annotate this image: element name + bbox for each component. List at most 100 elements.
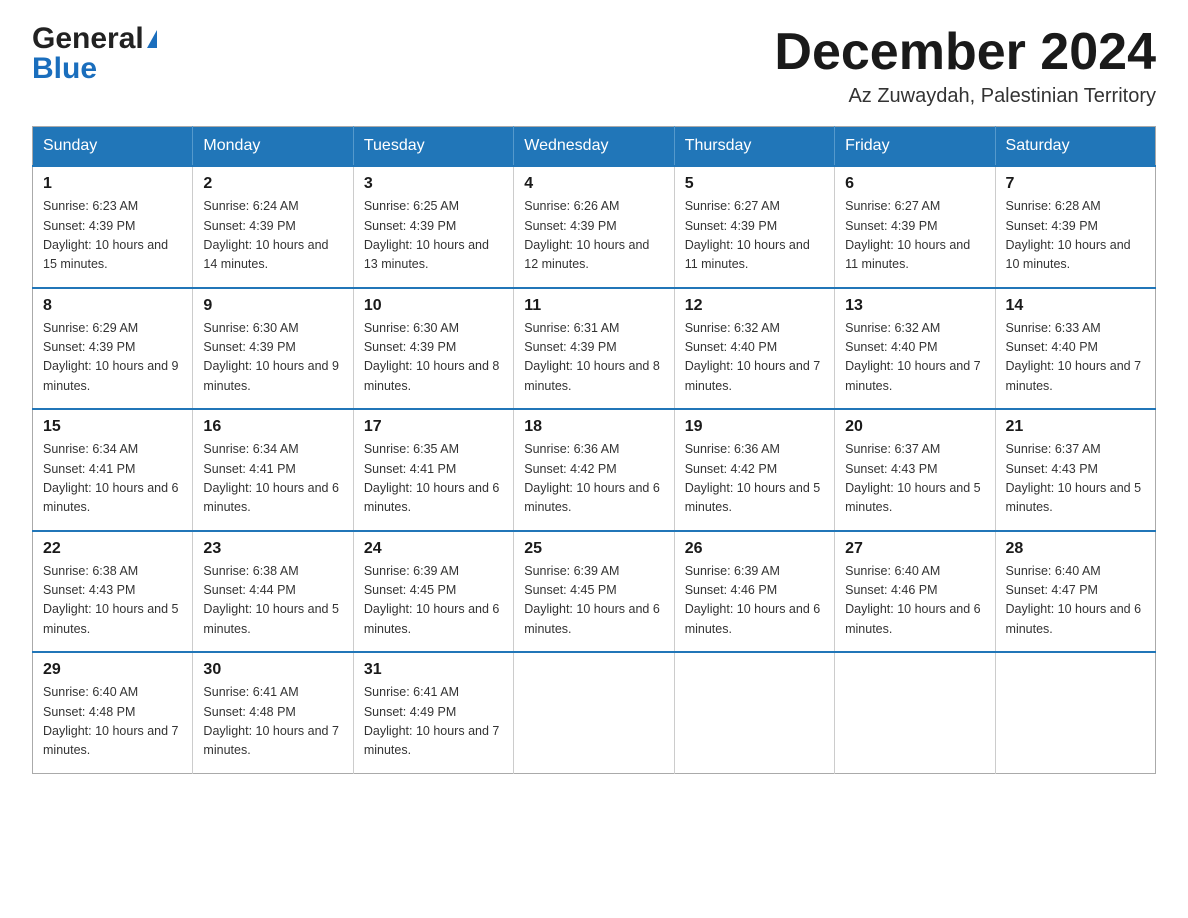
day-number: 25 (524, 540, 663, 558)
day-info: Sunrise: 6:32 AMSunset: 4:40 PMDaylight:… (845, 319, 984, 397)
day-info: Sunrise: 6:34 AMSunset: 4:41 PMDaylight:… (43, 440, 182, 518)
calendar-day-cell: 4 Sunrise: 6:26 AMSunset: 4:39 PMDaylight… (514, 166, 674, 288)
day-number: 1 (43, 175, 182, 193)
calendar-week-row: 15Sunrise: 6:34 AMSunset: 4:41 PMDayligh… (33, 409, 1156, 531)
calendar-day-cell: 15Sunrise: 6:34 AMSunset: 4:41 PMDayligh… (33, 409, 193, 531)
day-info: Sunrise: 6:26 AMSunset: 4:39 PMDaylight:… (524, 197, 663, 275)
calendar-day-cell: 1 Sunrise: 6:23 AMSunset: 4:39 PMDaylight… (33, 166, 193, 288)
calendar-day-cell: 29 Sunrise: 6:40 AMSunset: 4:48 PMDayligh… (33, 652, 193, 773)
day-number: 26 (685, 540, 824, 558)
calendar-day-cell: 11Sunrise: 6:31 AMSunset: 4:39 PMDayligh… (514, 288, 674, 410)
day-info: Sunrise: 6:37 AMSunset: 4:43 PMDaylight:… (845, 440, 984, 518)
day-info: Sunrise: 6:33 AMSunset: 4:40 PMDaylight:… (1006, 319, 1145, 397)
day-info: Sunrise: 6:40 AMSunset: 4:47 PMDaylight:… (1006, 562, 1145, 640)
logo-blue-b: B (32, 54, 54, 84)
day-info: Sunrise: 6:40 AMSunset: 4:46 PMDaylight:… (845, 562, 984, 640)
day-number: 5 (685, 175, 824, 193)
calendar-day-cell: 17 Sunrise: 6:35 AMSunset: 4:41 PMDayligh… (353, 409, 513, 531)
day-number: 30 (203, 661, 342, 679)
day-number: 16 (203, 418, 342, 436)
calendar-header-wednesday: Wednesday (514, 127, 674, 167)
day-info: Sunrise: 6:40 AMSunset: 4:48 PMDaylight:… (43, 683, 182, 761)
day-number: 2 (203, 175, 342, 193)
day-info: Sunrise: 6:38 AMSunset: 4:43 PMDaylight:… (43, 562, 182, 640)
day-info: Sunrise: 6:39 AMSunset: 4:46 PMDaylight:… (685, 562, 824, 640)
day-info: Sunrise: 6:23 AMSunset: 4:39 PMDaylight:… (43, 197, 182, 275)
calendar-header-monday: Monday (193, 127, 353, 167)
day-info: Sunrise: 6:30 AMSunset: 4:39 PMDaylight:… (364, 319, 503, 397)
calendar-header-friday: Friday (835, 127, 995, 167)
day-number: 13 (845, 297, 984, 315)
calendar-day-cell: 30 Sunrise: 6:41 AMSunset: 4:48 PMDayligh… (193, 652, 353, 773)
day-info: Sunrise: 6:36 AMSunset: 4:42 PMDaylight:… (685, 440, 824, 518)
calendar-day-cell: 28 Sunrise: 6:40 AMSunset: 4:47 PMDayligh… (995, 531, 1155, 653)
day-number: 4 (524, 175, 663, 193)
day-number: 20 (845, 418, 984, 436)
calendar-day-cell: 21 Sunrise: 6:37 AMSunset: 4:43 PMDayligh… (995, 409, 1155, 531)
day-number: 28 (1006, 540, 1145, 558)
month-title: December 2024 (774, 24, 1156, 81)
calendar-day-cell: 25Sunrise: 6:39 AMSunset: 4:45 PMDayligh… (514, 531, 674, 653)
calendar-day-cell: 18Sunrise: 6:36 AMSunset: 4:42 PMDayligh… (514, 409, 674, 531)
day-info: Sunrise: 6:27 AMSunset: 4:39 PMDaylight:… (685, 197, 824, 275)
calendar-day-cell: 16 Sunrise: 6:34 AMSunset: 4:41 PMDayligh… (193, 409, 353, 531)
calendar-day-cell: 23 Sunrise: 6:38 AMSunset: 4:44 PMDayligh… (193, 531, 353, 653)
calendar-day-cell: 9 Sunrise: 6:30 AMSunset: 4:39 PMDaylight… (193, 288, 353, 410)
day-number: 12 (685, 297, 824, 315)
logo-general-g: G (32, 24, 55, 54)
calendar-week-row: 8Sunrise: 6:29 AMSunset: 4:39 PMDaylight… (33, 288, 1156, 410)
calendar-day-cell: 24Sunrise: 6:39 AMSunset: 4:45 PMDayligh… (353, 531, 513, 653)
calendar-day-cell: 8Sunrise: 6:29 AMSunset: 4:39 PMDaylight… (33, 288, 193, 410)
day-number: 10 (364, 297, 503, 315)
day-info: Sunrise: 6:41 AMSunset: 4:48 PMDaylight:… (203, 683, 342, 761)
calendar-week-row: 29 Sunrise: 6:40 AMSunset: 4:48 PMDayligh… (33, 652, 1156, 773)
calendar-day-cell: 3 Sunrise: 6:25 AMSunset: 4:39 PMDaylight… (353, 166, 513, 288)
day-number: 21 (1006, 418, 1145, 436)
day-info: Sunrise: 6:36 AMSunset: 4:42 PMDaylight:… (524, 440, 663, 518)
day-number: 31 (364, 661, 503, 679)
day-info: Sunrise: 6:38 AMSunset: 4:44 PMDaylight:… (203, 562, 342, 640)
day-number: 8 (43, 297, 182, 315)
day-info: Sunrise: 6:39 AMSunset: 4:45 PMDaylight:… (364, 562, 503, 640)
day-number: 7 (1006, 175, 1145, 193)
day-info: Sunrise: 6:31 AMSunset: 4:39 PMDaylight:… (524, 319, 663, 397)
calendar-week-row: 22 Sunrise: 6:38 AMSunset: 4:43 PMDayligh… (33, 531, 1156, 653)
calendar-day-cell: 27Sunrise: 6:40 AMSunset: 4:46 PMDayligh… (835, 531, 995, 653)
day-number: 6 (845, 175, 984, 193)
calendar-day-cell: 13 Sunrise: 6:32 AMSunset: 4:40 PMDayligh… (835, 288, 995, 410)
calendar-day-cell: 26 Sunrise: 6:39 AMSunset: 4:46 PMDayligh… (674, 531, 834, 653)
day-number: 9 (203, 297, 342, 315)
day-info: Sunrise: 6:30 AMSunset: 4:39 PMDaylight:… (203, 319, 342, 397)
calendar-day-cell: 10 Sunrise: 6:30 AMSunset: 4:39 PMDayligh… (353, 288, 513, 410)
calendar-day-cell: 12Sunrise: 6:32 AMSunset: 4:40 PMDayligh… (674, 288, 834, 410)
day-number: 22 (43, 540, 182, 558)
day-info: Sunrise: 6:37 AMSunset: 4:43 PMDaylight:… (1006, 440, 1145, 518)
calendar-header-row: SundayMondayTuesdayWednesdayThursdayFrid… (33, 127, 1156, 167)
day-info: Sunrise: 6:34 AMSunset: 4:41 PMDaylight:… (203, 440, 342, 518)
calendar-day-cell: 14 Sunrise: 6:33 AMSunset: 4:40 PMDayligh… (995, 288, 1155, 410)
calendar-day-cell: 7Sunrise: 6:28 AMSunset: 4:39 PMDaylight… (995, 166, 1155, 288)
location-text: Az Zuwaydah, Palestinian Territory (774, 85, 1156, 108)
calendar-header-saturday: Saturday (995, 127, 1155, 167)
logo-general-text: eneral (55, 24, 143, 54)
day-number: 3 (364, 175, 503, 193)
day-info: Sunrise: 6:24 AMSunset: 4:39 PMDaylight:… (203, 197, 342, 275)
day-number: 23 (203, 540, 342, 558)
calendar-empty-cell (514, 652, 674, 773)
day-number: 14 (1006, 297, 1145, 315)
day-number: 19 (685, 418, 824, 436)
day-number: 17 (364, 418, 503, 436)
calendar-empty-cell (674, 652, 834, 773)
day-info: Sunrise: 6:35 AMSunset: 4:41 PMDaylight:… (364, 440, 503, 518)
day-number: 29 (43, 661, 182, 679)
calendar-day-cell: 6Sunrise: 6:27 AMSunset: 4:39 PMDaylight… (835, 166, 995, 288)
logo-blue-text: lue (54, 54, 97, 84)
page-header: G eneral B lue December 2024 Az Zuwaydah… (32, 24, 1156, 108)
calendar-empty-cell (835, 652, 995, 773)
calendar-empty-cell (995, 652, 1155, 773)
calendar-table: SundayMondayTuesdayWednesdayThursdayFrid… (32, 126, 1156, 774)
title-block: December 2024 Az Zuwaydah, Palestinian T… (774, 24, 1156, 108)
calendar-day-cell: 22 Sunrise: 6:38 AMSunset: 4:43 PMDayligh… (33, 531, 193, 653)
logo: G eneral B lue (32, 24, 157, 84)
day-info: Sunrise: 6:25 AMSunset: 4:39 PMDaylight:… (364, 197, 503, 275)
